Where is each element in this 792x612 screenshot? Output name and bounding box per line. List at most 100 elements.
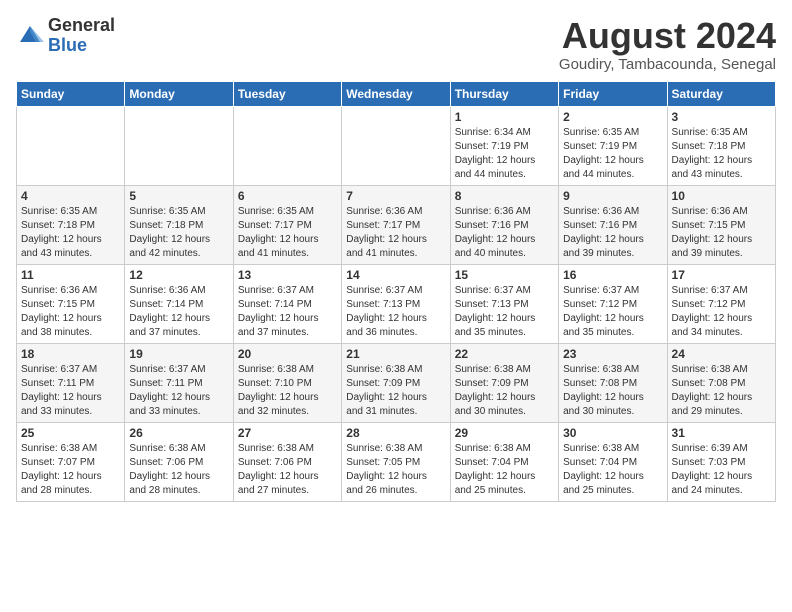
day-info: Sunrise: 6:36 AM Sunset: 7:16 PM Dayligh…: [455, 205, 554, 261]
day-info: Sunrise: 6:37 AM Sunset: 7:13 PM Dayligh…: [346, 284, 445, 340]
calendar-cell: 8 Sunrise: 6:36 AM Sunset: 7:16 PM Daylig…: [450, 185, 558, 264]
day-number: 20: [238, 347, 337, 361]
title-block: August 2024 Goudiry, Tambacounda, Senega…: [559, 16, 776, 73]
day-info: Sunrise: 6:36 AM Sunset: 7:14 PM Dayligh…: [129, 284, 228, 340]
day-number: 29: [455, 426, 554, 440]
weekday-header-friday: Friday: [559, 81, 667, 106]
day-number: 13: [238, 268, 337, 282]
day-number: 18: [21, 347, 120, 361]
calendar-cell: 6 Sunrise: 6:35 AM Sunset: 7:17 PM Daylig…: [233, 185, 341, 264]
calendar-cell: 19 Sunrise: 6:37 AM Sunset: 7:11 PM Dayli…: [125, 343, 233, 422]
calendar-cell: 26 Sunrise: 6:38 AM Sunset: 7:06 PM Dayli…: [125, 422, 233, 501]
day-number: 5: [129, 189, 228, 203]
calendar-cell: 23 Sunrise: 6:38 AM Sunset: 7:08 PM Dayli…: [559, 343, 667, 422]
weekday-header-saturday: Saturday: [667, 81, 775, 106]
day-info: Sunrise: 6:38 AM Sunset: 7:09 PM Dayligh…: [346, 363, 445, 419]
day-info: Sunrise: 6:35 AM Sunset: 7:19 PM Dayligh…: [563, 126, 662, 182]
calendar-cell: [233, 106, 341, 185]
page-header: General Blue August 2024 Goudiry, Tambac…: [16, 16, 776, 73]
day-info: Sunrise: 6:36 AM Sunset: 7:15 PM Dayligh…: [21, 284, 120, 340]
calendar-cell: 9 Sunrise: 6:36 AM Sunset: 7:16 PM Daylig…: [559, 185, 667, 264]
calendar-cell: 15 Sunrise: 6:37 AM Sunset: 7:13 PM Dayli…: [450, 264, 558, 343]
calendar-cell: 21Sunrise: 6:38 AM Sunset: 7:09 PM Dayli…: [342, 343, 450, 422]
calendar-table: SundayMondayTuesdayWednesdayThursdayFrid…: [16, 81, 776, 502]
logo-blue-text: Blue: [48, 36, 115, 56]
calendar-cell: 11 Sunrise: 6:36 AM Sunset: 7:15 PM Dayli…: [17, 264, 125, 343]
day-number: 7: [346, 189, 445, 203]
calendar-cell: [125, 106, 233, 185]
day-number: 23: [563, 347, 662, 361]
calendar-cell: 3Sunrise: 6:35 AM Sunset: 7:18 PM Daylig…: [667, 106, 775, 185]
day-number: 9: [563, 189, 662, 203]
day-number: 24: [672, 347, 771, 361]
day-info: Sunrise: 6:38 AM Sunset: 7:07 PM Dayligh…: [21, 442, 120, 498]
day-info: Sunrise: 6:35 AM Sunset: 7:18 PM Dayligh…: [21, 205, 120, 261]
calendar-cell: 2Sunrise: 6:35 AM Sunset: 7:19 PM Daylig…: [559, 106, 667, 185]
day-info: Sunrise: 6:38 AM Sunset: 7:08 PM Dayligh…: [672, 363, 771, 419]
day-info: Sunrise: 6:37 AM Sunset: 7:12 PM Dayligh…: [672, 284, 771, 340]
logo-general-text: General: [48, 16, 115, 36]
calendar-cell: 29Sunrise: 6:38 AM Sunset: 7:04 PM Dayli…: [450, 422, 558, 501]
day-number: 15: [455, 268, 554, 282]
day-info: Sunrise: 6:37 AM Sunset: 7:11 PM Dayligh…: [129, 363, 228, 419]
logo-icon: [16, 22, 44, 50]
calendar-cell: 28 Sunrise: 6:38 AM Sunset: 7:05 PM Dayli…: [342, 422, 450, 501]
day-info: Sunrise: 6:38 AM Sunset: 7:08 PM Dayligh…: [563, 363, 662, 419]
calendar-cell: 10 Sunrise: 6:36 AM Sunset: 7:15 PM Dayli…: [667, 185, 775, 264]
day-number: 4: [21, 189, 120, 203]
day-info: Sunrise: 6:36 AM Sunset: 7:15 PM Dayligh…: [672, 205, 771, 261]
day-number: 6: [238, 189, 337, 203]
day-number: 1: [455, 110, 554, 124]
calendar-cell: 12 Sunrise: 6:36 AM Sunset: 7:14 PM Dayli…: [125, 264, 233, 343]
weekday-header-wednesday: Wednesday: [342, 81, 450, 106]
calendar-cell: 16 Sunrise: 6:37 AM Sunset: 7:12 PM Dayli…: [559, 264, 667, 343]
calendar-cell: 1 Sunrise: 6:34 AM Sunset: 7:19 PM Daylig…: [450, 106, 558, 185]
weekday-header-monday: Monday: [125, 81, 233, 106]
calendar-cell: [342, 106, 450, 185]
day-info: Sunrise: 6:36 AM Sunset: 7:17 PM Dayligh…: [346, 205, 445, 261]
day-number: 17: [672, 268, 771, 282]
day-number: 11: [21, 268, 120, 282]
day-number: 31: [672, 426, 771, 440]
weekday-header-tuesday: Tuesday: [233, 81, 341, 106]
calendar-cell: 18Sunrise: 6:37 AM Sunset: 7:11 PM Dayli…: [17, 343, 125, 422]
calendar-cell: 14 Sunrise: 6:37 AM Sunset: 7:13 PM Dayli…: [342, 264, 450, 343]
calendar-cell: 22 Sunrise: 6:38 AM Sunset: 7:09 PM Dayli…: [450, 343, 558, 422]
calendar-cell: 4 Sunrise: 6:35 AM Sunset: 7:18 PM Daylig…: [17, 185, 125, 264]
day-number: 8: [455, 189, 554, 203]
location-subtitle: Goudiry, Tambacounda, Senegal: [559, 56, 776, 73]
day-number: 25: [21, 426, 120, 440]
day-info: Sunrise: 6:38 AM Sunset: 7:09 PM Dayligh…: [455, 363, 554, 419]
day-number: 14: [346, 268, 445, 282]
day-number: 10: [672, 189, 771, 203]
week-row-5: 25 Sunrise: 6:38 AM Sunset: 7:07 PM Dayli…: [17, 422, 776, 501]
day-number: 3: [672, 110, 771, 124]
day-info: Sunrise: 6:38 AM Sunset: 7:06 PM Dayligh…: [129, 442, 228, 498]
day-number: 19: [129, 347, 228, 361]
calendar-cell: 25 Sunrise: 6:38 AM Sunset: 7:07 PM Dayli…: [17, 422, 125, 501]
day-info: Sunrise: 6:35 AM Sunset: 7:17 PM Dayligh…: [238, 205, 337, 261]
calendar-cell: 13 Sunrise: 6:37 AM Sunset: 7:14 PM Dayli…: [233, 264, 341, 343]
day-number: 28: [346, 426, 445, 440]
weekday-header-sunday: Sunday: [17, 81, 125, 106]
weekday-header-thursday: Thursday: [450, 81, 558, 106]
calendar-cell: 30Sunrise: 6:38 AM Sunset: 7:04 PM Dayli…: [559, 422, 667, 501]
day-info: Sunrise: 6:36 AM Sunset: 7:16 PM Dayligh…: [563, 205, 662, 261]
day-info: Sunrise: 6:38 AM Sunset: 7:05 PM Dayligh…: [346, 442, 445, 498]
calendar-cell: 24 Sunrise: 6:38 AM Sunset: 7:08 PM Dayli…: [667, 343, 775, 422]
day-number: 22: [455, 347, 554, 361]
day-number: 26: [129, 426, 228, 440]
day-number: 16: [563, 268, 662, 282]
day-number: 30: [563, 426, 662, 440]
day-number: 27: [238, 426, 337, 440]
day-info: Sunrise: 6:37 AM Sunset: 7:12 PM Dayligh…: [563, 284, 662, 340]
day-info: Sunrise: 6:37 AM Sunset: 7:14 PM Dayligh…: [238, 284, 337, 340]
weekday-header-row: SundayMondayTuesdayWednesdayThursdayFrid…: [17, 81, 776, 106]
day-info: Sunrise: 6:34 AM Sunset: 7:19 PM Dayligh…: [455, 126, 554, 182]
week-row-2: 4 Sunrise: 6:35 AM Sunset: 7:18 PM Daylig…: [17, 185, 776, 264]
week-row-3: 11 Sunrise: 6:36 AM Sunset: 7:15 PM Dayli…: [17, 264, 776, 343]
day-info: Sunrise: 6:37 AM Sunset: 7:13 PM Dayligh…: [455, 284, 554, 340]
calendar-cell: 20Sunrise: 6:38 AM Sunset: 7:10 PM Dayli…: [233, 343, 341, 422]
logo: General Blue: [16, 16, 115, 56]
day-number: 12: [129, 268, 228, 282]
